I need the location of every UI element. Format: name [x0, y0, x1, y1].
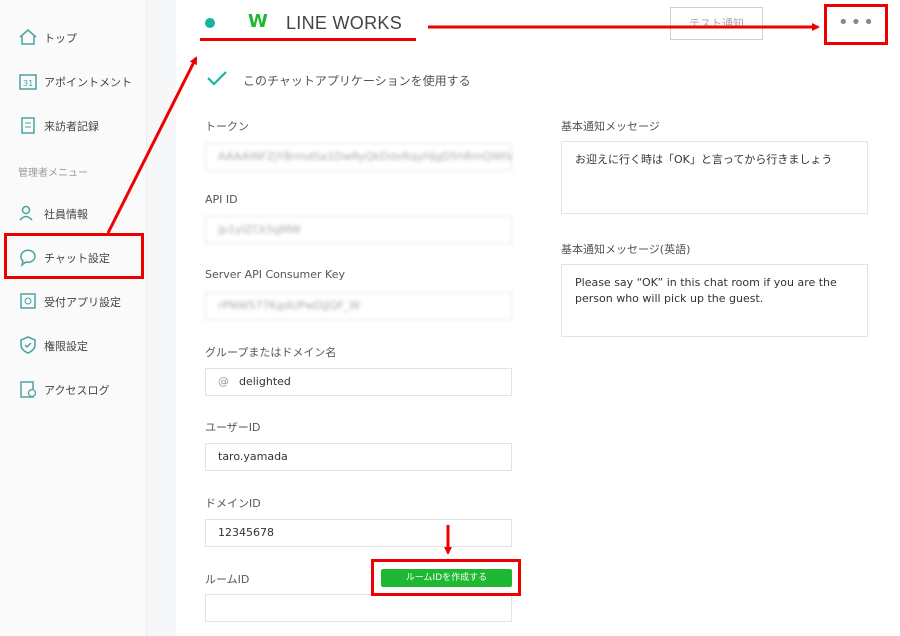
- clipboard-icon: [21, 117, 35, 134]
- sidebar: トップ 31 アポイントメント 来訪者記録 管理者メニュー 社員情報 チャット設…: [0, 0, 147, 636]
- enable-chat-app-label: このチャットアプリケーションを使用する: [243, 74, 471, 88]
- annotation-underline-app-name: [200, 38, 416, 41]
- sidebar-item-reception-app[interactable]: 受付アプリ設定: [0, 286, 146, 316]
- log-icon: [20, 381, 37, 398]
- svg-text:31: 31: [23, 79, 33, 88]
- token-label: トークン: [205, 120, 249, 133]
- sidebar-item-employee[interactable]: 社員情報: [0, 198, 146, 228]
- token-field[interactable]: AAAAlNFZjYBrmdSa1DwRyQkDdxRqyHJgD5hRmQWt…: [205, 143, 512, 171]
- sidebar-item-label: 社員情報: [44, 208, 88, 221]
- calendar-icon: 31: [19, 74, 37, 90]
- domain-id-field[interactable]: 12345678: [205, 519, 512, 547]
- annotation-box-chat-settings: [4, 233, 144, 279]
- basic-message-label: 基本通知メッセージ: [561, 120, 660, 133]
- sidebar-item-top[interactable]: トップ: [0, 22, 146, 52]
- tablet-icon: [20, 293, 36, 309]
- sidebar-item-label: アクセスログ: [44, 384, 110, 397]
- sidebar-item-label: アポイントメント: [44, 76, 132, 89]
- test-notification-button[interactable]: テスト通知: [670, 7, 763, 40]
- domain-name-value: delighted: [239, 375, 291, 388]
- sidebar-item-label: 権限設定: [44, 340, 88, 353]
- sidebar-item-visitor-log[interactable]: 来訪者記録: [0, 110, 146, 140]
- app-header: [176, 0, 900, 52]
- room-id-label: ルームID: [205, 573, 250, 586]
- consumer-key-field[interactable]: rPNW577KgdUPwDjJQF_W: [205, 292, 512, 320]
- english-message-textarea[interactable]: Please say “OK” in this chat room if you…: [561, 264, 868, 337]
- at-sign: @: [218, 375, 229, 388]
- home-icon: [19, 29, 37, 45]
- api-id-label: API ID: [205, 193, 238, 206]
- annotation-box-create-room: [371, 559, 521, 596]
- people-icon: [19, 205, 33, 221]
- user-id-label: ユーザーID: [205, 421, 261, 434]
- admin-menu-section-label: 管理者メニュー: [18, 168, 88, 179]
- sidebar-item-label: 来訪者記録: [44, 120, 99, 133]
- room-id-field[interactable]: [205, 594, 512, 622]
- line-works-logo-icon: W: [248, 11, 268, 32]
- sidebar-item-label: 受付アプリ設定: [44, 296, 121, 309]
- sidebar-item-appointment[interactable]: 31 アポイントメント: [0, 66, 146, 96]
- annotation-box-more-button: [824, 4, 888, 45]
- app-name: LINE WORKS: [286, 13, 403, 33]
- domain-name-field[interactable]: @ delighted: [205, 368, 512, 396]
- english-message-label: 基本通知メッセージ(英語): [561, 243, 691, 256]
- basic-message-textarea[interactable]: お迎えに行く時は「OK」と言ってから行きましょう: [561, 141, 868, 214]
- sidebar-item-label: トップ: [44, 32, 77, 45]
- api-id-field[interactable]: jp1yIZCk5gMW: [205, 216, 512, 244]
- checkmark-icon[interactable]: [205, 69, 229, 89]
- domain-name-label: グループまたはドメイン名: [205, 346, 337, 359]
- user-id-field[interactable]: taro.yamada: [205, 443, 512, 471]
- shield-icon: [20, 336, 36, 354]
- consumer-key-label: Server API Consumer Key: [205, 268, 345, 281]
- domain-id-label: ドメインID: [205, 497, 261, 510]
- sidebar-item-access-log[interactable]: アクセスログ: [0, 374, 146, 404]
- sidebar-item-permissions[interactable]: 権限設定: [0, 330, 146, 360]
- status-dot: [205, 18, 215, 28]
